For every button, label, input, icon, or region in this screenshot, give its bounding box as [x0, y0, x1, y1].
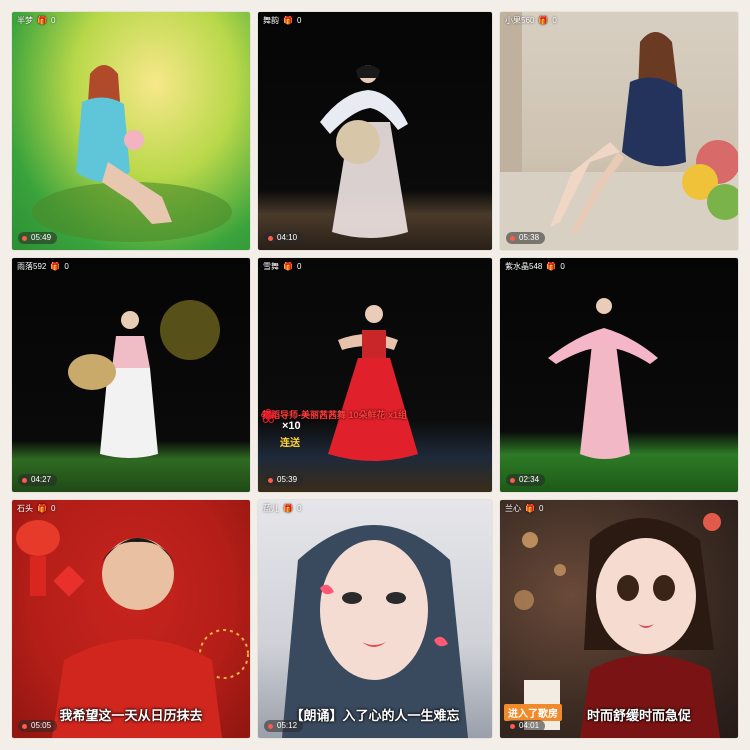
duration-text: 05:49	[31, 233, 52, 242]
woman-in-blue-dress-image	[32, 65, 232, 242]
tile-header: 兰心 🎁 0	[505, 503, 543, 515]
duration-badge: 05:38	[506, 232, 546, 244]
gift-icon: 🎁	[37, 16, 47, 25]
gift-count: 0	[296, 16, 302, 25]
username: 蓝儿	[263, 504, 279, 513]
record-dot-icon	[510, 477, 515, 483]
cartoon-girl-image	[514, 513, 721, 738]
record-dot-icon	[22, 723, 27, 729]
video-tile-9[interactable]: 进入了歌房 时而舒缓时而急促 兰心 🎁 0 04:01	[500, 500, 738, 738]
gift-count: 0	[50, 16, 56, 25]
gift-count: 0	[50, 504, 56, 513]
man-red-shirt-image	[16, 520, 249, 738]
video-tile-8[interactable]: 【朗诵】入了心的人一生难忘 蓝儿 🎁 0 05:12	[258, 500, 492, 738]
duration-badge: 05:12	[264, 720, 304, 732]
video-tile-5[interactable]: 舞蹈导师-美丽茜茜舞 10朵鲜花 x1组 ❀ ×10 连送 雪舞 🎁 0 05:…	[258, 258, 492, 492]
record-dot-icon	[268, 477, 273, 483]
username: 舞韵	[263, 16, 279, 25]
video-tile-7[interactable]: 我希望这一天从日历抹去 石头 🎁 0 05:05	[12, 500, 250, 738]
gift-icon: 🎁	[283, 262, 293, 271]
tile-header: 半梦 🎁 0	[17, 15, 55, 27]
combo-count: ×10	[282, 420, 301, 432]
duration-text: 05:12	[277, 721, 298, 730]
duration-text: 04:01	[519, 721, 540, 730]
tile-header: 紫水晶548 🎁 0	[505, 261, 565, 273]
video-grid: 半梦 🎁 0 05:49 舞韵 🎁 0 04:10 小果560 🎁 0 05:3…	[0, 0, 750, 750]
duration-badge: 05:39	[264, 474, 304, 486]
video-tile-3[interactable]: 小果560 🎁 0 05:38	[500, 12, 738, 250]
gift-icon: 🎁	[50, 262, 61, 271]
tile-header: 蓝儿 🎁 0	[263, 503, 301, 515]
username: 雨落592	[17, 262, 47, 271]
duration-badge: 04:27	[18, 474, 58, 486]
video-tile-1[interactable]: 半梦 🎁 0 05:49	[12, 12, 250, 250]
record-dot-icon	[22, 477, 27, 483]
dancer-red-skirt-image	[328, 305, 418, 461]
gift-count: 0	[64, 262, 69, 271]
record-dot-icon	[510, 235, 515, 241]
dancer-white-dress-image	[320, 65, 408, 238]
gift-count: 0	[296, 262, 302, 271]
gift-banner-text: 舞蹈导师-美丽茜茜舞 10朵鲜花 x1组	[262, 410, 408, 420]
gift-icon: 🎁	[37, 504, 47, 513]
duration-badge: 02:34	[506, 474, 546, 486]
gift-icon: 🎁	[283, 16, 293, 25]
record-dot-icon	[268, 723, 273, 729]
username: 紫水晶548	[505, 262, 543, 271]
record-dot-icon	[268, 235, 273, 241]
duration-text: 04:27	[31, 475, 52, 484]
subtitle-caption: 时而舒缓时而急促	[586, 708, 691, 723]
combo-label: 连送	[280, 438, 300, 449]
record-dot-icon	[22, 235, 27, 241]
gift-icon: 🎁	[546, 262, 557, 271]
video-tile-6[interactable]: 紫水晶548 🎁 0 02:34	[500, 258, 738, 492]
video-tile-2[interactable]: 舞韵 🎁 0 04:10	[258, 12, 492, 250]
username: 石头	[17, 504, 33, 513]
tile-header: 小果560 🎁 0	[505, 15, 557, 27]
duration-text: 05:39	[277, 475, 298, 484]
dancer-pink-outfit-image	[548, 298, 658, 459]
woman-seated-outdoors-image	[500, 12, 738, 250]
duration-text: 02:34	[519, 475, 540, 484]
video-tile-4[interactable]: 雨落592 🎁 0 04:27	[12, 258, 250, 492]
username: 半梦	[17, 16, 33, 25]
tile-header: 雨落592 🎁 0	[17, 261, 69, 273]
gift-count: 0	[552, 16, 557, 25]
dancer-with-fan-image	[68, 300, 220, 458]
gift-count: 0	[296, 504, 302, 513]
username: 雪舞	[263, 262, 279, 271]
username: 小果560	[505, 16, 535, 25]
gift-icon: 🎁	[525, 504, 535, 513]
duration-badge: 04:01	[506, 720, 546, 732]
duration-text: 04:10	[277, 233, 298, 242]
duration-badge: 05:49	[18, 232, 58, 244]
gift-icon: 🎁	[283, 504, 293, 513]
duration-badge: 04:10	[264, 232, 304, 244]
tile-header: 舞韵 🎁 0	[263, 15, 301, 27]
woman-portrait-image	[282, 525, 468, 738]
record-dot-icon	[510, 723, 515, 729]
gift-count: 0	[538, 504, 544, 513]
duration-text: 05:05	[31, 721, 52, 730]
tile-header: 石头 🎁 0	[17, 503, 55, 515]
gift-count: 0	[560, 262, 565, 271]
username: 兰心	[505, 504, 521, 513]
duration-badge: 05:05	[18, 720, 58, 732]
rose-icon: ❀	[260, 406, 277, 428]
gift-icon: 🎁	[538, 16, 549, 25]
tile-header: 雪舞 🎁 0	[263, 261, 301, 273]
duration-text: 05:38	[519, 233, 540, 242]
